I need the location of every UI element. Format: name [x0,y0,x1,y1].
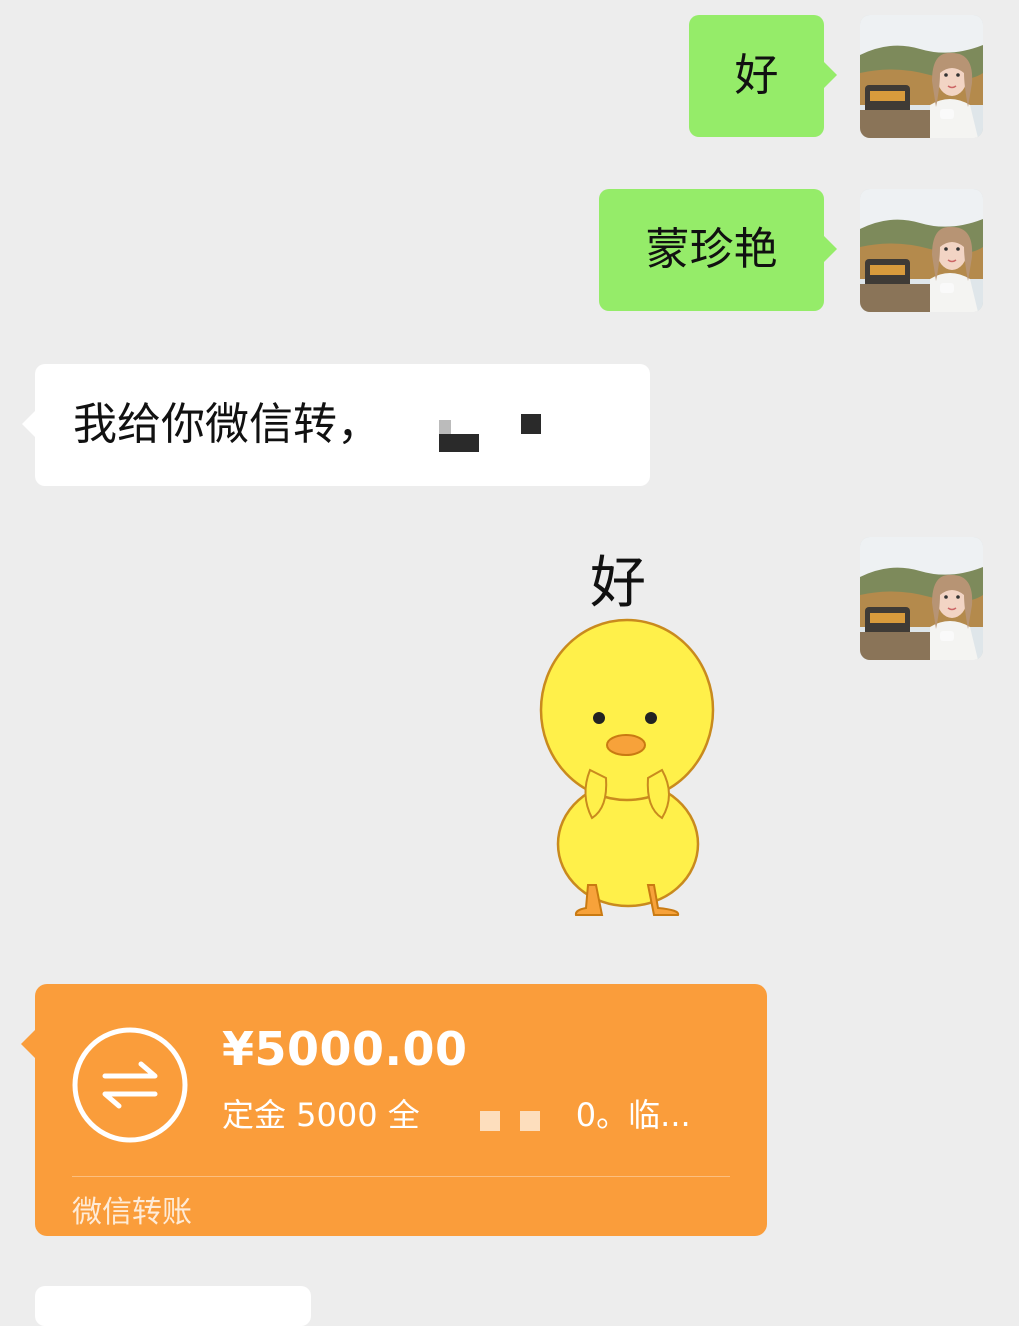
message-bubble-received[interactable]: 我给你微信转， [22,364,650,486]
redaction-mosaic [521,414,541,434]
memo-prefix: 定金 5000 全 [222,1096,420,1134]
avatar[interactable] [860,189,983,312]
message-text: 好 [734,50,779,101]
transfer-memo: 定金 5000 全 0。临... [222,1090,691,1136]
avatar[interactable] [860,15,983,138]
message-text: 蒙珍艳 [645,224,778,275]
redaction-mosaic [439,434,479,452]
transfer-card[interactable]: ¥5000.00 定金 5000 全 0。临... 微信转账 [21,984,767,1236]
transfer-label: 微信转账 [72,1195,192,1230]
divider [72,1176,730,1177]
message-bubble-received[interactable] [35,1286,311,1326]
message-bubble-sent[interactable]: 蒙珍艳 [599,189,837,311]
redaction-blur [420,1102,576,1132]
redaction-mosaic [439,420,451,434]
duck-sticker[interactable] [520,540,740,930]
message-bubble-sent[interactable]: 好 [689,15,837,137]
memo-suffix: 0。临... [575,1096,691,1134]
transfer-amount: ¥5000.00 [222,1022,468,1076]
message-text: 我给你微信转， [73,399,381,450]
transfer-arrows-icon [71,1026,189,1144]
avatar[interactable] [860,537,983,660]
